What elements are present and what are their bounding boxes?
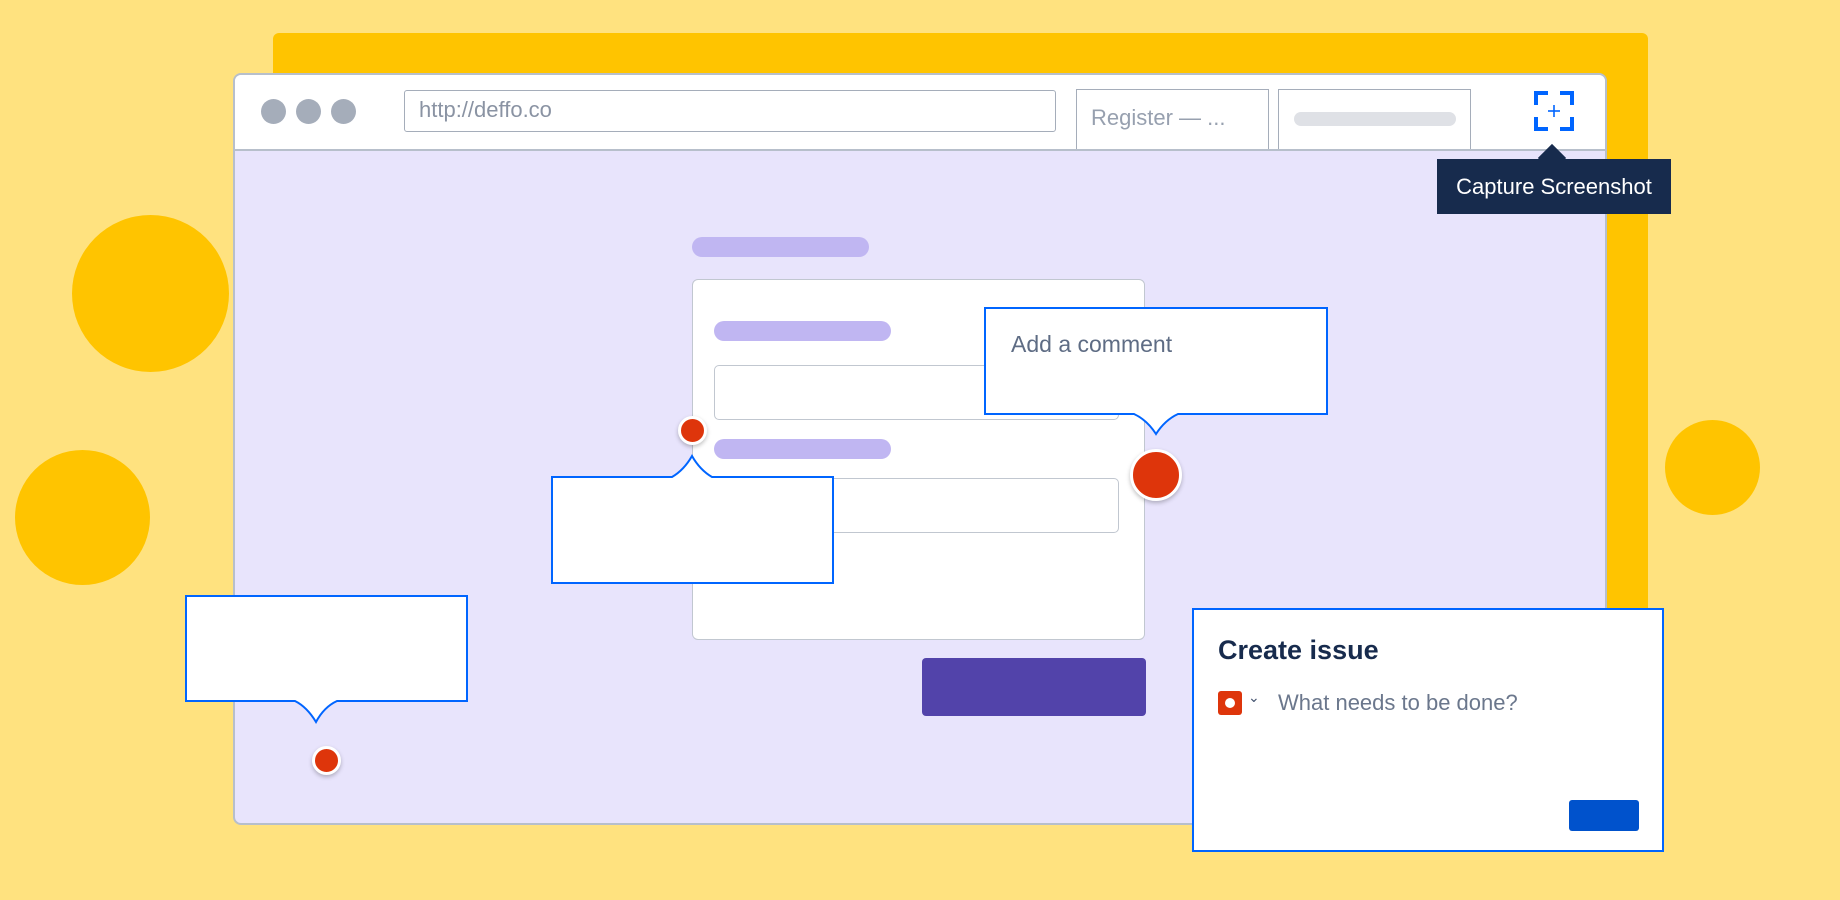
chevron-down-icon[interactable]: ⌄ xyxy=(1248,689,1260,706)
create-issue-title: Create issue xyxy=(1218,635,1379,665)
issue-summary-input[interactable]: What needs to be done? xyxy=(1278,690,1518,716)
annotation-pin[interactable] xyxy=(312,746,341,775)
annotation-pin-large[interactable] xyxy=(1130,449,1182,501)
create-issue-button[interactable] xyxy=(1569,800,1639,831)
create-issue-panel: Create issue ⌄ What needs to be done? xyxy=(1192,608,1664,852)
annotation-pin[interactable] xyxy=(678,416,707,445)
bug-icon[interactable] xyxy=(1218,691,1242,715)
